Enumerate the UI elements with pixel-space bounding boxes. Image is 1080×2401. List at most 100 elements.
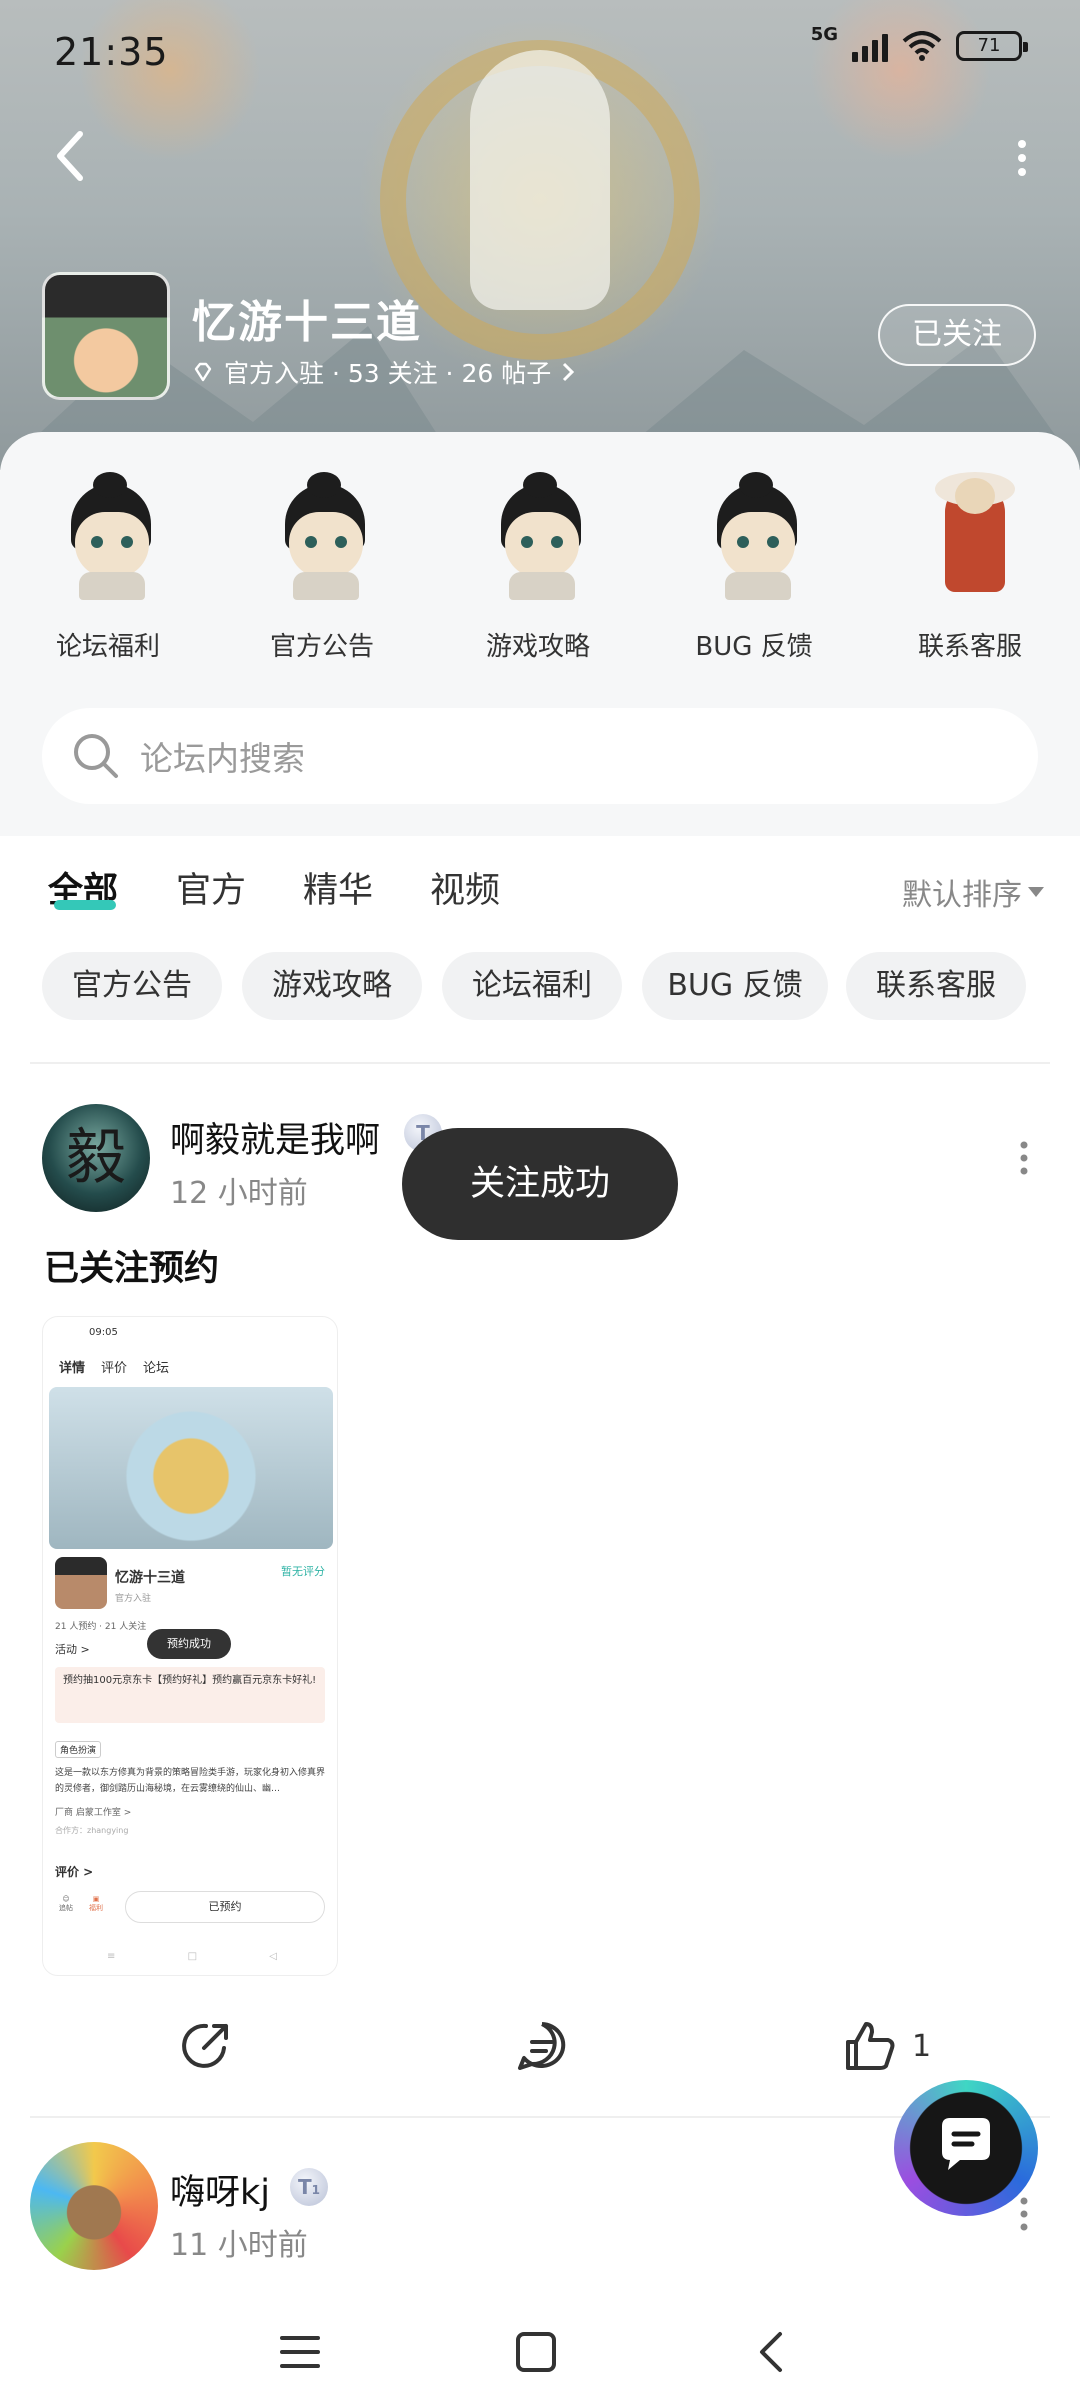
image-game-avatar (55, 1557, 107, 1609)
home-square-icon (516, 2332, 556, 2372)
chevron-left-icon (57, 131, 83, 181)
chip-game-guide[interactable]: 游戏攻略 (242, 952, 422, 1020)
image-description: 这是一款以东方修真为背景的策略冒险类手游，玩家化身初入修真界的灵修者，御剑踏历山… (55, 1768, 326, 1794)
divider (30, 1062, 1050, 1064)
post-image[interactable]: 09:05 详情 评价 论坛 忆游十三道 暂无评分 官方入驻 21 人预约 · … (42, 1316, 338, 1976)
image-developer: 厂商 启蒙工作室 > (55, 1808, 132, 1818)
image-game-title: 忆游十三道 (115, 1570, 185, 1586)
tab-featured[interactable]: 精华 (303, 862, 373, 913)
image-tab-review: 评价 (101, 1361, 128, 1376)
follow-success-toast: 关注成功 (402, 1128, 678, 1240)
share-button[interactable] (178, 2010, 234, 2082)
like-count: 1 (912, 2028, 932, 2064)
character-avatar-icon (33, 472, 183, 612)
shortcut-label: 游戏攻略 (485, 632, 590, 662)
shortcut-customer-service[interactable]: 联系客服 (890, 472, 1050, 663)
caret-down-icon (1028, 887, 1044, 897)
status-bar: 21:35 5G 71 (0, 0, 1080, 100)
image-reserved-button: 已预约 (125, 1891, 325, 1923)
shortcut-label: BUG 反馈 (695, 632, 813, 662)
image-tab-detail: 详情 (59, 1361, 86, 1376)
image-rating: 暂无评分 (281, 1565, 325, 1578)
more-options-button[interactable] (1012, 138, 1032, 178)
comment-button[interactable] (514, 2010, 570, 2082)
chevron-right-icon (563, 362, 575, 382)
sort-label: 默认排序 (902, 878, 1022, 913)
post-author[interactable]: 啊毅就是我啊 (170, 1112, 380, 1163)
image-tabs: 详情 评价 论坛 (59, 1357, 169, 1376)
tab-official[interactable]: 官方 (176, 862, 246, 913)
chip-bug-report[interactable]: BUG 反馈 (642, 952, 828, 1020)
shortcut-official-notice[interactable]: 官方公告 (242, 472, 402, 663)
wifi-icon (902, 31, 942, 61)
search-input[interactable]: 论坛内搜索 (42, 708, 1038, 804)
tab-video[interactable]: 视频 (430, 862, 500, 913)
image-promo: 预约抽100元京东卡【预约好礼】预约赢百元京东卡好礼! (55, 1667, 325, 1723)
image-status-time: 09:05 (89, 1327, 118, 1338)
nav-home-button[interactable] (506, 2322, 566, 2382)
character-avatar-icon (247, 472, 397, 612)
image-banner (49, 1387, 333, 1549)
signal-icon (852, 30, 888, 62)
image-tab-forum: 论坛 (143, 1361, 170, 1376)
diamond-icon (194, 362, 212, 382)
search-icon (74, 734, 118, 778)
shortcut-bug-report[interactable]: BUG 反馈 (674, 472, 834, 663)
chip-forum-welfare[interactable]: 论坛福利 (442, 952, 622, 1020)
system-nav-bar (0, 2300, 1080, 2401)
image-counts: 21 人预约 · 21 人关注 (55, 1622, 147, 1632)
image-activity: 活动 > (55, 1643, 90, 1656)
nav-menu-button[interactable] (270, 2322, 330, 2382)
post-text[interactable]: 已关注预约 (44, 1240, 219, 1291)
sort-dropdown[interactable]: 默认排序 (902, 870, 1044, 914)
forum-avatar (42, 272, 170, 400)
warrior-figure-icon (895, 472, 1045, 612)
menu-icon (280, 2336, 320, 2368)
forum-meta[interactable]: 官方入驻 · 53 关注 · 26 帖子 (192, 354, 575, 390)
thumbs-up-icon (846, 2022, 895, 2070)
character-avatar-icon (679, 472, 829, 612)
forum-meta-text: 官方入驻 · 53 关注 · 26 帖子 (224, 359, 552, 388)
image-publisher: 合作方：zhangying (55, 1826, 129, 1835)
post-actions: 1 (0, 2010, 1080, 2090)
shortcut-label: 论坛福利 (55, 632, 160, 662)
shortcut-label: 联系客服 (917, 632, 1022, 662)
status-time: 21:35 (54, 30, 169, 74)
nav-back-button[interactable] (742, 2322, 802, 2382)
forum-title: 忆游十三道 (192, 297, 422, 348)
chat-bubble-icon (942, 2118, 990, 2170)
follow-button[interactable]: 已关注 (878, 304, 1036, 366)
avatar[interactable]: 毅 (42, 1104, 150, 1212)
chip-official-notice[interactable]: 官方公告 (42, 952, 222, 1020)
comment-icon (518, 2022, 566, 2070)
shortcut-game-guide[interactable]: 游戏攻略 (458, 472, 618, 663)
character-avatar-icon (463, 472, 613, 612)
image-navbar: ≡ □ ◁ (107, 1951, 277, 1962)
active-tab-indicator (54, 900, 116, 910)
network-label: 5G (810, 23, 838, 45)
shortcut-label: 官方公告 (269, 632, 374, 662)
like-button[interactable]: 1 (842, 2010, 931, 2082)
post-time: 11 小时前 (170, 2228, 308, 2263)
chip-customer-service[interactable]: 联系客服 (846, 952, 1026, 1020)
image-toast: 预约成功 (147, 1629, 231, 1659)
post-author[interactable]: 嗨呀kj (170, 2164, 270, 2215)
post-time: 12 小时前 (170, 1176, 308, 1211)
image-review-link: 评价 > (55, 1865, 94, 1879)
back-arrow-icon (760, 2332, 782, 2372)
image-official-label: 官方入驻 (115, 1594, 152, 1604)
shortcut-forum-welfare[interactable]: 论坛福利 (28, 472, 188, 663)
back-button[interactable] (50, 128, 90, 184)
share-icon (182, 2023, 228, 2068)
feed-tabs: 全部 官方 精华 视频 默认排序 (0, 850, 1080, 930)
battery-icon: 71 (956, 31, 1028, 61)
shortcut-panel: 论坛福利 官方公告 游戏攻略 BUG 反馈 联系客服 论坛内搜索 (0, 432, 1080, 836)
more-vertical-icon (1020, 1141, 1028, 1175)
image-fav-icon: ☺ 追帖 (59, 1895, 73, 1912)
search-placeholder: 论坛内搜索 (140, 739, 305, 778)
post-more-button[interactable] (1016, 1140, 1032, 1176)
avatar[interactable] (30, 2142, 158, 2270)
chat-fab-button[interactable] (894, 2080, 1038, 2216)
image-gift-icon: ▣ 福利 (89, 1895, 103, 1912)
image-tag: 角色扮演 (55, 1741, 102, 1758)
